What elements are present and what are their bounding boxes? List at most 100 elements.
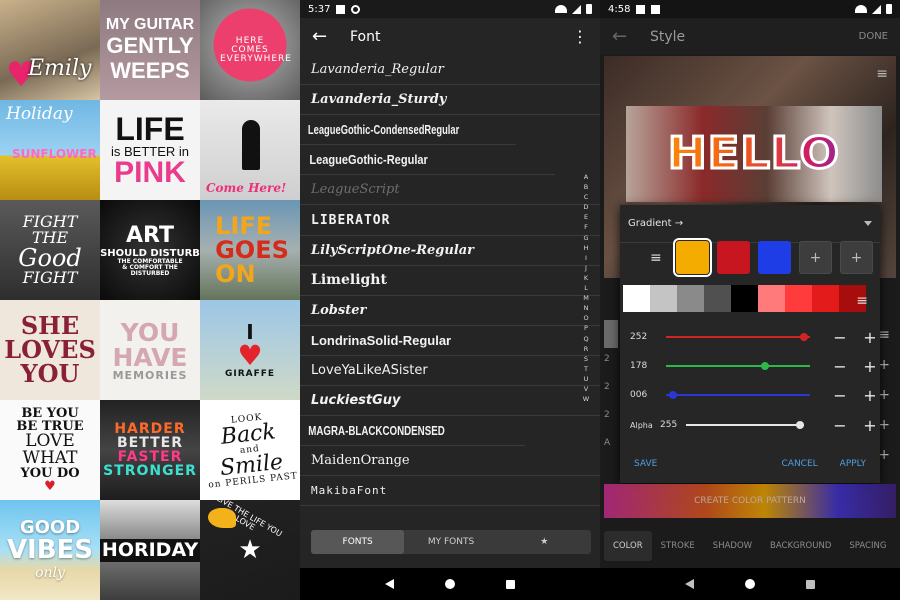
alpha-slider-thumb[interactable] <box>796 421 804 429</box>
font-list-item[interactable]: MaidenOrange <box>300 446 600 477</box>
font-list-item[interactable]: LoveYaLikeASister <box>300 356 600 387</box>
alphabet-index-letter[interactable]: E <box>584 212 588 222</box>
font-list-item[interactable]: LondrinaSolid-Regular <box>300 326 600 356</box>
nav-back-icon[interactable] <box>385 579 395 589</box>
font-list-item[interactable]: Limelight <box>300 266 600 296</box>
font-list-item[interactable]: LeagueGothic-CondensedRegular <box>300 115 516 146</box>
green-increment-button[interactable]: + <box>862 357 878 376</box>
template-tile[interactable]: I ♥ GIRAFFE <box>200 300 300 400</box>
font-list-item[interactable]: LuckiestGuy <box>300 386 600 417</box>
alphabet-index-letter[interactable]: R <box>584 344 589 354</box>
preview-text[interactable]: HELLO <box>626 127 882 181</box>
font-list-item[interactable]: LeagueGothic-Regular <box>300 145 555 176</box>
red-decrement-button[interactable]: − <box>832 328 848 347</box>
add-stop-button[interactable]: + <box>799 241 832 274</box>
red-increment-button[interactable]: + <box>862 328 878 347</box>
nav-home-icon[interactable] <box>744 579 755 589</box>
green-slider-thumb[interactable] <box>760 362 769 370</box>
gradient-stop-1[interactable] <box>673 238 712 277</box>
tab-color[interactable]: COLOR <box>604 531 652 561</box>
nav-back-icon[interactable] <box>685 579 695 589</box>
tab-fonts[interactable]: FONTS <box>311 530 405 554</box>
green-slider[interactable] <box>666 362 810 370</box>
alphabet-index-letter[interactable]: F <box>584 222 588 232</box>
nav-home-icon[interactable] <box>444 579 455 589</box>
blue-decrement-button[interactable]: − <box>832 386 848 405</box>
blue-increment-button[interactable]: + <box>862 386 878 405</box>
tab-stroke[interactable]: STROKE <box>652 531 704 561</box>
template-tile[interactable]: LIFE is BETTER in PINK <box>100 100 200 200</box>
alphabet-index-letter[interactable]: J <box>585 263 587 273</box>
fill-mode-dropdown[interactable]: Gradient → <box>620 205 880 243</box>
alphabet-index-letter[interactable]: M <box>583 293 589 303</box>
template-tile[interactable]: ART SHOULD DISTURB THE COMFORTABLE & COMFO… <box>100 200 200 300</box>
green-decrement-button[interactable]: − <box>832 357 848 376</box>
template-tile[interactable]: SHE LOVES YOU <box>0 300 100 400</box>
template-tile[interactable]: HARDER BETTER FASTER STRONGER <box>100 400 200 500</box>
template-tile[interactable]: YOU HAVE MEMORIES <box>100 300 200 400</box>
alphabet-index-letter[interactable]: L <box>584 283 588 293</box>
back-arrow-icon[interactable]: ← <box>612 26 642 47</box>
template-tile[interactable]: FIGHT THE Good FIGHT <box>0 200 100 300</box>
blue-slider[interactable] <box>666 391 810 399</box>
more-vert-icon[interactable]: ⋮ <box>572 27 588 46</box>
template-tile[interactable]: GOOD VIBES only <box>0 500 100 600</box>
cancel-button[interactable]: CANCEL <box>782 459 818 469</box>
font-list-item[interactable]: LilyScriptOne-Regular <box>300 236 600 266</box>
template-tile[interactable]: HERE COMES EVERYWHERE <box>200 0 300 100</box>
red-slider[interactable] <box>666 333 810 341</box>
nav-recents-icon[interactable] <box>505 579 515 589</box>
font-list-item[interactable]: MAGRA-BLACKCONDENSED <box>300 416 525 447</box>
tab-spacing[interactable]: SPACING <box>840 531 895 561</box>
add-stop-button[interactable]: + <box>840 241 873 274</box>
alphabet-index-letter[interactable]: G <box>583 233 588 243</box>
font-list-item[interactable]: LeagueScript <box>300 175 600 206</box>
alphabet-index-letter[interactable]: V <box>584 384 588 394</box>
alpha-decrement-button[interactable]: − <box>832 416 848 435</box>
tab-shadow[interactable]: SHADOW <box>704 531 761 561</box>
font-list-item[interactable]: Lavanderia_Sturdy <box>300 85 600 116</box>
alphabet-index-letter[interactable]: U <box>584 374 589 384</box>
alpha-slider[interactable] <box>686 421 804 429</box>
apply-button[interactable]: APPLY <box>840 459 866 469</box>
back-arrow-icon[interactable]: ← <box>312 26 342 47</box>
alphabet-index-letter[interactable]: O <box>583 313 588 323</box>
palette-swatch[interactable] <box>758 285 785 312</box>
blue-slider-thumb[interactable] <box>669 391 678 399</box>
tab-favorites[interactable]: ★ <box>498 530 591 554</box>
alphabet-index-letter[interactable]: I <box>585 253 587 263</box>
template-tile[interactable]: HORIDAY <box>100 500 200 600</box>
menu-icon[interactable]: ≡ <box>876 66 888 82</box>
template-tile[interactable]: Holiday SUNFLOWER <box>0 100 100 200</box>
alphabet-index-letter[interactable]: P <box>584 323 588 333</box>
palette-swatch[interactable] <box>677 285 704 312</box>
alphabet-index-letter[interactable]: K <box>584 273 588 283</box>
done-button[interactable]: DONE <box>859 31 888 42</box>
gradient-stop-3[interactable] <box>758 241 791 274</box>
alphabet-index-letter[interactable]: A <box>584 172 588 182</box>
alphabet-index-letter[interactable]: D <box>583 202 588 212</box>
font-list-item[interactable]: LIBERATOR <box>300 205 600 236</box>
alphabet-index-letter[interactable]: T <box>584 364 588 374</box>
template-tile[interactable]: ♥ Emily <box>0 0 100 100</box>
template-tile[interactable]: LIFE GOES ON <box>200 200 300 300</box>
template-tile[interactable]: BE YOU BE TRUE LOVE WHAT YOU DO ♥ <box>0 400 100 500</box>
palette-swatch[interactable] <box>785 285 812 312</box>
alphabet-index-letter[interactable]: H <box>584 243 589 253</box>
palette-swatch[interactable] <box>812 285 839 312</box>
red-slider-thumb[interactable] <box>800 333 809 341</box>
font-list-item[interactable]: Lobster <box>300 296 600 326</box>
template-tile[interactable]: ★ LIVE THE LIFE YOU LOVE <box>200 500 300 600</box>
alphabet-index-letter[interactable]: S <box>584 354 588 364</box>
alphabet-index-letter[interactable]: C <box>584 192 589 202</box>
alphabet-index-letter[interactable]: Q <box>583 334 588 344</box>
tab-my-fonts[interactable]: MY FONTS <box>404 530 497 554</box>
template-tile[interactable]: MY GUITAR GENTLY WEEPS <box>100 0 200 100</box>
alphabet-index-letter[interactable]: W <box>583 394 589 404</box>
alphabet-index-letter[interactable]: N <box>584 303 589 313</box>
reorder-icon[interactable]: ≡ <box>630 250 668 266</box>
palette-swatch[interactable] <box>623 285 650 312</box>
palette-swatch[interactable] <box>650 285 677 312</box>
alpha-increment-button[interactable]: + <box>862 416 878 435</box>
font-list-item[interactable]: Lavanderia_Regular <box>300 55 600 86</box>
